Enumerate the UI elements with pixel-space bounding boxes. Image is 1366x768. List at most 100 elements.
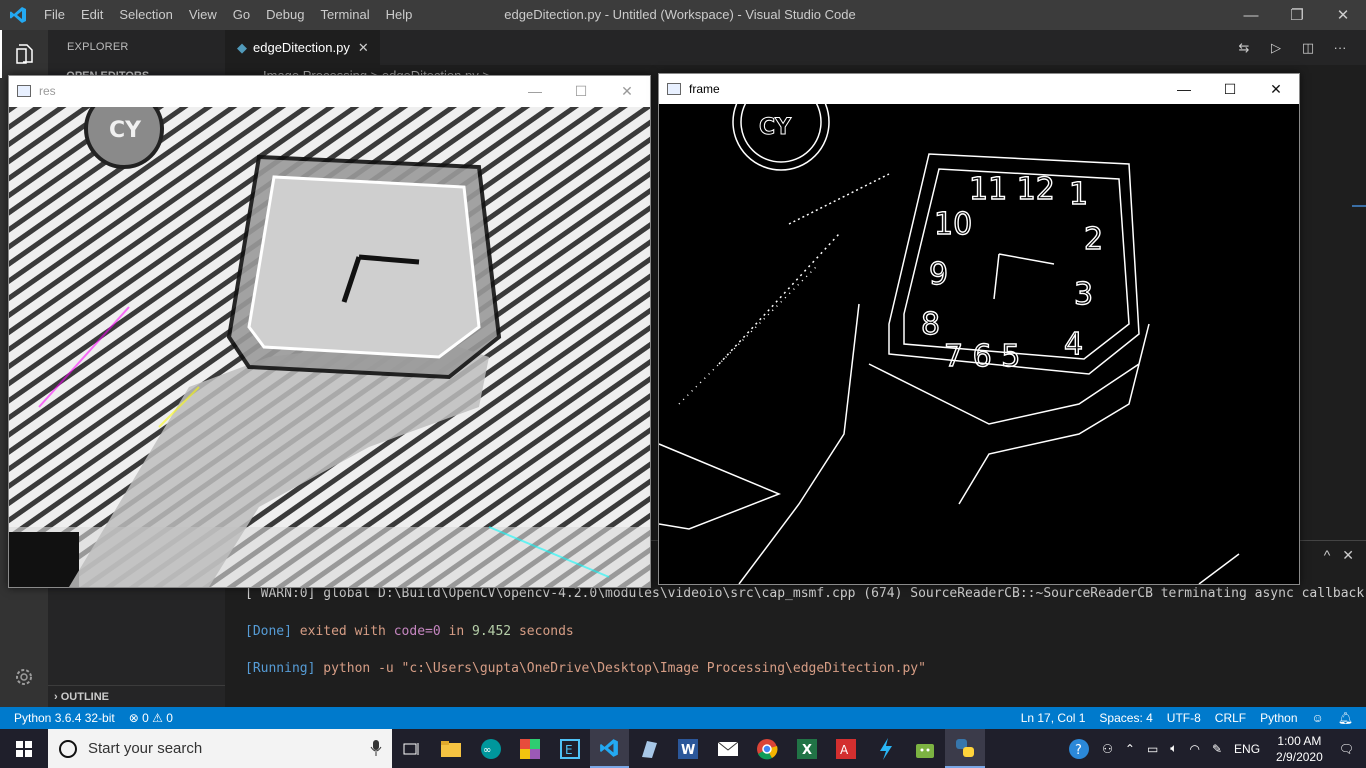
svg-text:X: X	[802, 743, 812, 758]
res-image: CY	[9, 107, 650, 587]
volume-icon[interactable]: 🔈︎	[1164, 741, 1183, 756]
done-text-1: exited with	[291, 624, 394, 639]
vscode-logo-icon	[0, 0, 36, 30]
panel-maximize-icon[interactable]: ^	[1324, 547, 1331, 564]
menu-terminal[interactable]: Terminal	[312, 0, 377, 30]
output-running-line: [Running] python -u "c:\Users\gupta\OneD…	[245, 661, 926, 676]
chevron-right-icon: ›	[54, 691, 61, 703]
cursor-position[interactable]: Ln 17, Col 1	[1014, 711, 1093, 725]
panel-close-icon[interactable]: ✕	[1342, 547, 1354, 564]
frame-title-bar: frame — ☐ ✕	[659, 74, 1299, 104]
running-cmd: python -u	[315, 661, 402, 676]
colorful-app-icon[interactable]	[511, 729, 551, 768]
frame-maximize-button[interactable]: ☐	[1207, 74, 1253, 104]
frame-close-button[interactable]: ✕	[1253, 74, 1299, 104]
pdf-reader-icon[interactable]: A	[827, 729, 867, 768]
menu-go[interactable]: Go	[225, 0, 258, 30]
windows-taskbar: Start your search ∞ E W X A ? ⚇ ⌃ ▭ 🔈︎ ◠…	[0, 729, 1366, 768]
split-editor-icon[interactable]: ◫	[1292, 40, 1324, 56]
frame-window: frame — ☐ ✕ CY 11 12 1 10 2 9 3 8 4 7 6 …	[658, 73, 1300, 585]
compare-changes-icon[interactable]: ⇆	[1228, 40, 1260, 56]
frame-minimize-button[interactable]: —	[1161, 74, 1207, 104]
tab-label: edgeDitection.py	[253, 40, 350, 55]
menu-debug[interactable]: Debug	[258, 0, 312, 30]
help-icon[interactable]: ?	[1062, 738, 1096, 760]
svg-text:?: ?	[1075, 743, 1082, 758]
close-button[interactable]: ✕	[1320, 0, 1366, 30]
file-explorer-icon[interactable]	[432, 729, 472, 768]
word-icon[interactable]: W	[669, 729, 709, 768]
tab-close-icon[interactable]: ✕	[358, 40, 369, 56]
problems-count[interactable]: ⊗ 0 ⚠ 0	[122, 711, 180, 725]
language-indicator[interactable]: ENG	[1228, 742, 1266, 756]
res-window-title: res	[39, 84, 56, 98]
python-icon[interactable]	[945, 729, 985, 768]
running-path: "c:\Users\gupta\OneDrive\Desktop\Image P…	[401, 661, 926, 676]
people-icon[interactable]: ⚇	[1096, 742, 1119, 756]
indentation[interactable]: Spaces: 4	[1092, 711, 1159, 725]
notifications-bell-icon[interactable]: 🔔︎	[1331, 711, 1360, 725]
wifi-icon[interactable]: ◠	[1183, 742, 1205, 756]
clock-date: 2/9/2020	[1276, 749, 1323, 764]
opencv-window-icon	[667, 83, 681, 95]
vscode-taskbar-icon[interactable]	[589, 729, 629, 768]
window-controls: — ❐ ✕	[1228, 0, 1366, 30]
done-time: 9.452	[472, 624, 512, 639]
restore-button[interactable]: ❐	[1274, 0, 1320, 30]
svg-text:∞: ∞	[483, 745, 491, 756]
menu-selection[interactable]: Selection	[111, 0, 180, 30]
action-center-icon[interactable]: 🗨︎	[1333, 742, 1366, 756]
show-hidden-icons-chevron-icon[interactable]: ⌃	[1119, 742, 1141, 756]
battery-icon[interactable]: ▭	[1141, 742, 1164, 756]
tab-edgeditection[interactable]: ◆ edgeDitection.py ✕	[225, 30, 380, 65]
svg-text:A: A	[840, 743, 849, 757]
system-clock[interactable]: 1:00 AM 2/9/2020	[1266, 733, 1333, 765]
more-actions-icon[interactable]: ···	[1324, 40, 1356, 55]
svg-text:11 12: 11 12	[969, 172, 1055, 207]
svg-text:E: E	[565, 743, 573, 757]
system-tray: ? ⚇ ⌃ ▭ 🔈︎ ◠ ✎ ENG 1:00 AM 2/9/2020 🗨︎	[1062, 729, 1366, 768]
menu-file[interactable]: File	[36, 0, 73, 30]
taskbar-search-box[interactable]: Start your search	[48, 729, 392, 768]
outline-label: OUTLINE	[60, 691, 110, 703]
pen-icon[interactable]: ✎	[1206, 742, 1228, 756]
res-maximize-button[interactable]: ☐	[558, 76, 604, 106]
run-icon[interactable]: ▷	[1260, 40, 1292, 56]
lightning-app-icon[interactable]	[866, 729, 906, 768]
res-close-button[interactable]: ✕	[604, 76, 650, 106]
menu-bar: File Edit Selection View Go Debug Termin…	[36, 0, 420, 30]
menu-view[interactable]: View	[181, 0, 225, 30]
terminal-app-icon[interactable]: E	[550, 729, 590, 768]
settings-gear-icon[interactable]	[0, 653, 48, 701]
language-mode[interactable]: Python	[1253, 711, 1304, 725]
mail-icon[interactable]	[708, 729, 748, 768]
res-minimize-button[interactable]: —	[512, 76, 558, 106]
panel-controls: ^ ✕	[1324, 547, 1354, 564]
notes-app-icon[interactable]	[629, 729, 669, 768]
windows-start-icon[interactable]	[0, 729, 48, 768]
end-of-line[interactable]: CRLF	[1208, 711, 1253, 725]
excel-icon[interactable]: X	[787, 729, 827, 768]
taskbar-apps: ∞ E W X A	[392, 729, 985, 768]
python-interpreter[interactable]: Python 3.6.4 32-bit	[0, 711, 122, 725]
frame-window-title: frame	[689, 82, 720, 96]
feedback-icon[interactable]: ☺	[1305, 711, 1331, 725]
done-text-2: in	[440, 624, 472, 639]
explorer-icon[interactable]	[0, 30, 48, 78]
title-bar: File Edit Selection View Go Debug Termin…	[0, 0, 1366, 30]
minimize-button[interactable]: —	[1228, 0, 1274, 30]
res-title-bar: res — ☐ ✕	[9, 76, 650, 106]
outline-header[interactable]: › OUTLINE	[48, 685, 225, 707]
window-title: edgeDitection.py - Untitled (Workspace) …	[504, 7, 856, 22]
chrome-icon[interactable]	[748, 729, 788, 768]
frame-image: CY 11 12 1 10 2 9 3 8 4 7 6 5	[659, 104, 1299, 584]
menu-help[interactable]: Help	[378, 0, 421, 30]
arduino-icon[interactable]: ∞	[471, 729, 511, 768]
microphone-icon[interactable]	[370, 739, 382, 757]
done-tag: [Done]	[245, 624, 292, 639]
menu-edit[interactable]: Edit	[73, 0, 111, 30]
encoding[interactable]: UTF-8	[1160, 711, 1208, 725]
android-studio-icon[interactable]	[906, 729, 946, 768]
editor-tab-bar: ◆ edgeDitection.py ✕ ⇆ ▷ ◫ ···	[225, 30, 1366, 65]
task-view-icon[interactable]	[392, 729, 432, 768]
